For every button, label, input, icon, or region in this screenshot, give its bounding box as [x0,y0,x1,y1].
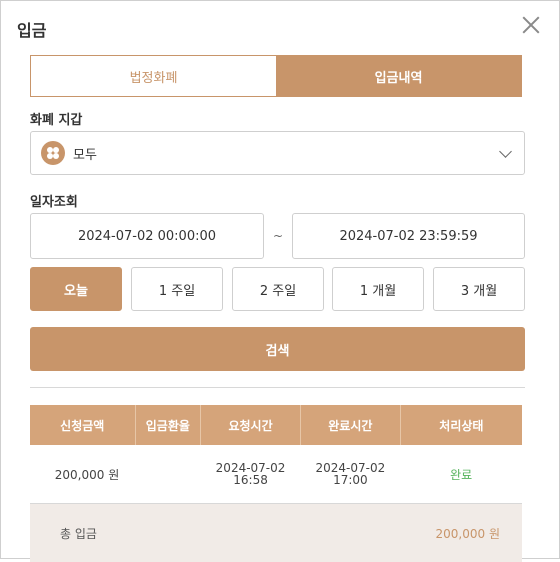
section-divider [30,387,525,388]
total-value: 200,000 원 [400,504,522,562]
date-to-input[interactable]: 2024-07-02 23:59:59 [292,213,525,259]
header-status: 처리상태 [400,405,522,445]
date-separator: ~ [273,229,283,243]
wallet-selected-value: 모두 [73,144,97,163]
table-row: 200,000 원 2024-07-02 16:58 2024-07-02 17… [30,445,522,504]
header-complete-time: 완료시간 [300,405,400,445]
search-button[interactable]: 검색 [30,327,525,371]
status-cell: 완료 [400,445,522,504]
table-footer-row: 총 입금 200,000 원 [30,504,522,562]
wallet-label: 화폐 지갑 [30,109,82,128]
tab-deposit-history[interactable]: 입금내역 [276,56,521,96]
date-from-input[interactable]: 2024-07-02 00:00:00 [30,213,264,259]
deposit-modal: 입금 법정화폐 입금내역 화폐 지갑 모두 일자조회 2024-07-02 00… [0,0,560,559]
header-deposit-rate: 입금환율 [135,405,201,445]
request-time-cell: 2024-07-02 16:58 [201,445,301,504]
deposit-history-table: 신청금액 입금환율 요청시간 완료시간 처리상태 200,000 원 2024-… [30,405,522,562]
amount-cell: 200,000 원 [30,445,135,504]
tab-fiat[interactable]: 법정화폐 [31,56,276,96]
chevron-down-icon [499,145,512,158]
coin-icon [41,141,65,165]
modal-title: 입금 [17,17,46,41]
range-2week-button[interactable]: 2 주일 [232,267,324,311]
rate-cell [135,445,201,504]
range-1week-button[interactable]: 1 주일 [131,267,223,311]
header-request-time: 요청시간 [201,405,301,445]
tab-bar: 법정화폐 입금내역 [30,55,522,97]
range-today-button[interactable]: 오늘 [30,267,122,311]
range-3month-button[interactable]: 3 개월 [433,267,525,311]
header-requested-amount: 신청금액 [30,405,135,445]
total-label: 총 입금 [30,504,135,562]
range-1month-button[interactable]: 1 개월 [332,267,424,311]
close-icon[interactable] [519,13,543,37]
wallet-select[interactable]: 모두 [30,131,525,175]
complete-time-cell: 2024-07-02 17:00 [300,445,400,504]
date-query-label: 일자조회 [30,191,78,210]
